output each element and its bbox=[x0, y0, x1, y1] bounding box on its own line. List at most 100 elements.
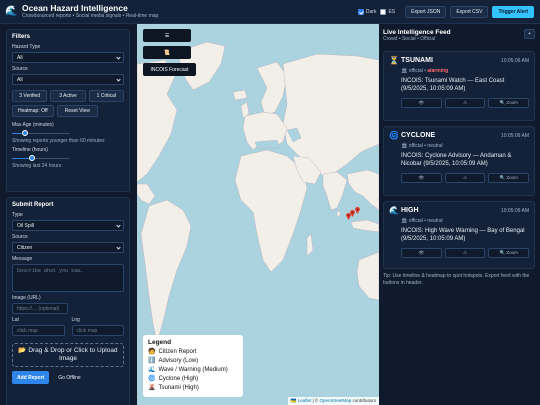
legend-item-label: Cyclone (High) bbox=[158, 376, 199, 382]
slider-handle[interactable] bbox=[21, 130, 28, 136]
hazard-map[interactable]: ☰ 📜 INCOIS Forecast Legend 🧑 Citizen Repo… bbox=[137, 24, 379, 405]
zoom-button[interactable]: 🔍 Zoom bbox=[488, 173, 530, 183]
card-title: TSUNAMI bbox=[401, 57, 433, 64]
feed-card[interactable]: 🌊 HIGH 10:05:09 AM 🏛 official • neutral … bbox=[383, 201, 535, 269]
list-control-button[interactable]: ☰ bbox=[143, 29, 191, 42]
feed-title: Live Intelligence Feed bbox=[383, 29, 451, 36]
eye-icon: 👁 bbox=[418, 175, 425, 180]
filters-title: Filters bbox=[12, 34, 31, 40]
critical-count-button[interactable]: 1 Critical bbox=[88, 90, 124, 102]
add-report-button[interactable]: Add Report bbox=[12, 371, 50, 384]
source-label: Source bbox=[12, 66, 28, 72]
view-button[interactable]: 👁 bbox=[401, 173, 442, 183]
slider-handle[interactable] bbox=[28, 155, 35, 161]
message-textarea[interactable]: Describe what you saw… bbox=[12, 264, 124, 292]
es-label: ES bbox=[388, 8, 396, 15]
card-time: 10:05:09 AM bbox=[500, 132, 529, 139]
dark-checkbox[interactable] bbox=[357, 8, 364, 15]
lng-input[interactable]: click map bbox=[71, 325, 124, 336]
wave-icon: 🌊 bbox=[148, 367, 156, 373]
lat-input[interactable]: click map bbox=[12, 325, 65, 336]
dark-label: Dark bbox=[365, 8, 377, 15]
max-age-slider[interactable] bbox=[12, 130, 70, 136]
lat-label: Lat bbox=[12, 317, 19, 323]
report-source-label: Source bbox=[12, 234, 28, 240]
legend-item: 🌊 Wave / Warning (Medium) bbox=[148, 366, 238, 375]
source-value: All bbox=[17, 76, 23, 83]
cyclone-icon: 🌀 bbox=[148, 376, 156, 382]
view-button[interactable]: 👁 bbox=[401, 248, 442, 258]
flag-button[interactable]: ⚠ bbox=[444, 173, 486, 183]
active-count-button[interactable]: 3 Active bbox=[50, 90, 86, 102]
feed-card[interactable]: ⏳ TSUNAMI 10:05:09 AM 🏛 official • alarm… bbox=[383, 51, 535, 121]
zoom-button[interactable]: 🔍 Zoom bbox=[488, 98, 530, 108]
attribution-tail: contributors bbox=[351, 398, 376, 403]
app-header: 🌊 Ocean Hazard Intelligence Crowdsourced… bbox=[0, 0, 540, 24]
legend-item-label: Wave / Warning (Medium) bbox=[158, 367, 228, 373]
es-checkbox[interactable] bbox=[380, 8, 387, 15]
card-meta: 🏛 official • neutral bbox=[401, 218, 529, 224]
max-age-hint: Showing reports younger than 60 minutes bbox=[12, 138, 105, 144]
eye-icon: 👁 bbox=[418, 250, 425, 255]
incois-forecast-button[interactable]: INCOIS Forecast bbox=[143, 63, 196, 76]
report-source-select[interactable]: Citizen bbox=[12, 242, 124, 253]
lng-label: Lng bbox=[71, 317, 80, 323]
hazard-marker-high-wave[interactable] bbox=[355, 207, 360, 214]
feed-tip: Tip: Use timeline & heatmap to spot hots… bbox=[383, 273, 530, 286]
trigger-alert-button[interactable]: Trigger Alert bbox=[492, 5, 534, 18]
legend-item: 🌀 Cyclone (High) bbox=[148, 375, 238, 384]
card-title: HIGH bbox=[401, 207, 419, 214]
card-time: 10:05:09 AM bbox=[500, 57, 529, 64]
reset-view-button[interactable]: Reset View bbox=[56, 105, 98, 117]
legend-item-label: Citizen Report bbox=[158, 349, 197, 355]
report-source-value: Citizen bbox=[17, 244, 33, 251]
type-label: Type bbox=[12, 212, 23, 218]
timeline-slider[interactable] bbox=[12, 155, 70, 161]
scroll-icon: 📜 bbox=[163, 49, 171, 56]
warning-icon: ⚠ bbox=[462, 175, 468, 180]
export-json-button[interactable]: Export JSON bbox=[405, 5, 447, 18]
leaflet-link[interactable]: Leaflet bbox=[298, 398, 312, 403]
card-message: INCOIS: Tsunami Watch — East Coast (9/5/… bbox=[401, 78, 505, 92]
scroll-control-button[interactable]: 📜 bbox=[143, 46, 191, 59]
app-subtitle: Crowdsourced reports • Social media sign… bbox=[22, 12, 159, 19]
info-icon: ℹ️ bbox=[148, 358, 156, 364]
feed-header: Live Intelligence Feed Crowd • Social • … bbox=[383, 29, 535, 42]
go-offline-button[interactable]: Go Offline bbox=[53, 371, 85, 384]
view-button[interactable]: 👁 bbox=[401, 98, 442, 108]
card-severity: neutral bbox=[427, 218, 443, 224]
image-url-label: Image (URL) bbox=[12, 295, 41, 301]
submit-report-panel: Submit Report Type Oil Spill Source Citi… bbox=[6, 197, 130, 405]
osm-link[interactable]: OpenStreetMap bbox=[319, 398, 351, 403]
max-age-label: Max Age (minutes) bbox=[12, 122, 54, 128]
image-url-input[interactable]: https://… (optional) bbox=[12, 303, 68, 314]
feed-card[interactable]: 🌀 CYCLONE 10:05:09 AM 🏛 official • neutr… bbox=[383, 126, 535, 196]
menu-icon: ▪ bbox=[528, 31, 531, 37]
zoom-button[interactable]: 🔍 Zoom bbox=[488, 248, 530, 258]
card-severity: neutral bbox=[427, 143, 443, 149]
type-select[interactable]: Oil Spill bbox=[12, 220, 124, 231]
card-time: 10:05:09 AM bbox=[500, 207, 529, 214]
eye-icon: 👁 bbox=[418, 100, 425, 105]
source-select[interactable]: All bbox=[12, 74, 124, 85]
flag-button[interactable]: ⚠ bbox=[444, 248, 486, 258]
heatmap-toggle-button[interactable]: Heatmap: Off bbox=[12, 105, 54, 117]
wave-icon: 🌊 bbox=[389, 206, 399, 215]
flag-button[interactable]: ⚠ bbox=[444, 98, 486, 108]
card-source: 🏛 official • bbox=[401, 218, 428, 224]
image-dropzone[interactable]: 📂 Drag & Drop or Click to Upload Image bbox=[12, 343, 124, 367]
brand: Ocean Hazard Intelligence Crowdsourced r… bbox=[22, 4, 158, 19]
feed-menu-button[interactable]: ▪ bbox=[524, 29, 535, 39]
export-csv-button[interactable]: Export CSV bbox=[450, 5, 489, 18]
verified-count-button[interactable]: 3 Verified bbox=[12, 90, 48, 102]
hazard-type-select[interactable]: All bbox=[12, 52, 124, 63]
legend-item: 🧑 Citizen Report bbox=[148, 348, 238, 357]
dark-toggle[interactable]: Dark bbox=[357, 8, 377, 15]
es-toggle[interactable]: ES bbox=[380, 8, 396, 15]
map-attribution: 🇺🇦 Leaflet | © OpenStreetMap contributor… bbox=[287, 397, 379, 405]
ukraine-flag-icon: 🇺🇦 bbox=[290, 398, 297, 403]
warning-icon: ⚠ bbox=[462, 100, 468, 105]
list-icon: ☰ bbox=[164, 32, 170, 39]
legend-item-label: Tsunami (High) bbox=[158, 385, 199, 391]
chevron-down-icon bbox=[116, 223, 121, 228]
